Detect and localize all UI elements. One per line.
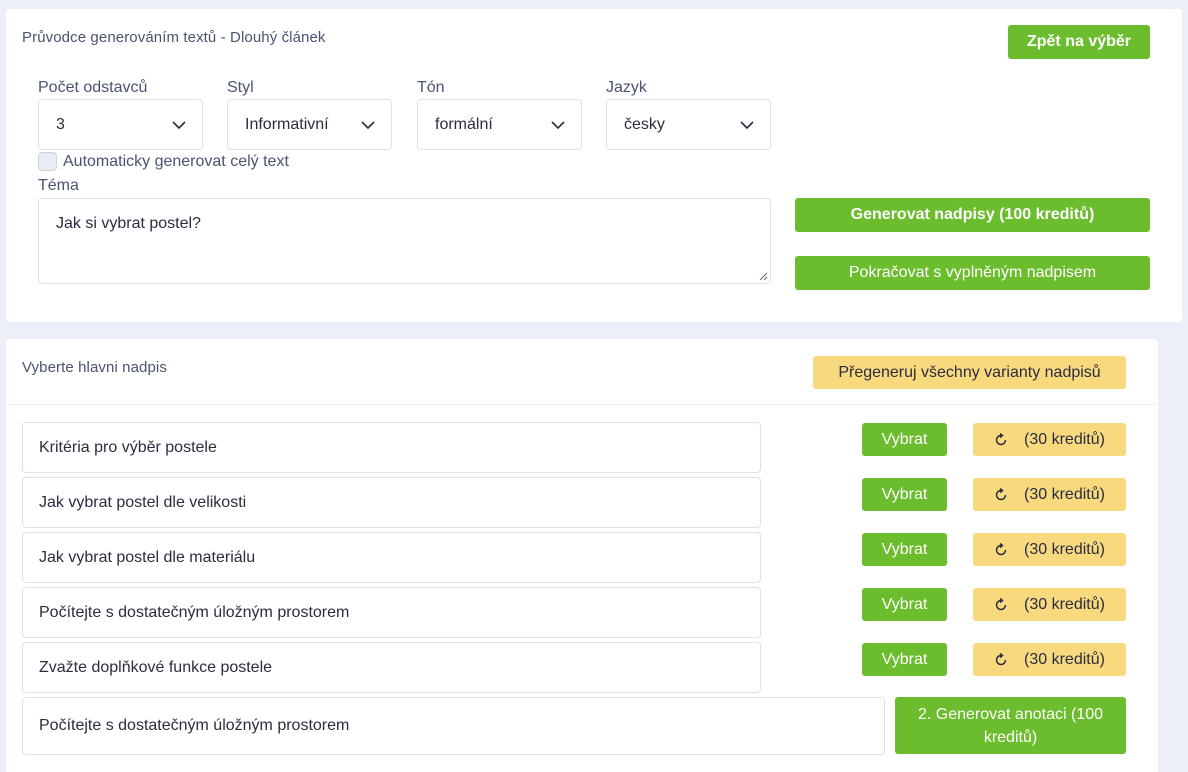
selected-heading-value: Počítejte s dostatečným úložným prostore… — [39, 717, 350, 734]
refresh-icon — [995, 487, 1007, 500]
back-to-selection-button[interactable]: Zpět na výběr — [1008, 25, 1150, 59]
heading-option-row: Jak vybrat postel dle materiálu — [22, 532, 761, 583]
regenerate-cost-label: (30 kreditů) — [1024, 595, 1105, 613]
style-select[interactable]: Informativní — [227, 99, 392, 150]
refresh-icon — [995, 432, 1007, 445]
select-heading-button[interactable]: Vybrat — [862, 478, 947, 511]
paragraph-count-label: Počet odstavců — [38, 79, 148, 96]
regenerate-heading-button[interactable]: (30 kreditů) — [973, 423, 1126, 456]
heading-option-row: Jak vybrat postel dle velikosti — [22, 477, 761, 528]
select-heading-button[interactable]: Vybrat — [862, 533, 947, 566]
regenerate-heading-button[interactable]: (30 kreditů) — [973, 533, 1126, 566]
topic-textarea[interactable]: Jak si vybrat postel? — [38, 198, 771, 284]
heading-option-text: Zvažte doplňkové funkce postele — [39, 658, 273, 676]
refresh-icon — [995, 652, 1007, 665]
select-heading-button[interactable]: Vybrat — [862, 423, 947, 456]
paragraph-count-value: 3 — [56, 115, 65, 133]
divider — [6, 404, 1158, 405]
tone-select[interactable]: formální — [417, 99, 582, 150]
select-heading-button[interactable]: Vybrat — [862, 643, 947, 676]
heading-option-row: Kritéria pro výběr postele — [22, 422, 761, 473]
regenerate-cost-label: (30 kreditů) — [1024, 485, 1105, 503]
tone-value: formální — [435, 115, 493, 133]
chevron-down-icon — [172, 121, 186, 130]
language-select[interactable]: česky — [606, 99, 771, 150]
topic-label: Téma — [38, 177, 79, 194]
language-value: česky — [624, 115, 665, 133]
regenerate-heading-button[interactable]: (30 kreditů) — [973, 588, 1126, 621]
language-label: Jazyk — [606, 79, 647, 96]
heading-option-text: Jak vybrat postel dle velikosti — [39, 493, 247, 511]
heading-option-row: Počítejte s dostatečným úložným prostore… — [22, 587, 761, 638]
select-heading-button[interactable]: Vybrat — [862, 588, 947, 621]
heading-option-text: Kritéria pro výběr postele — [39, 438, 217, 456]
chevron-down-icon — [551, 121, 565, 130]
selected-heading-input[interactable]: Počítejte s dostatečným úložným prostore… — [22, 697, 885, 755]
paragraph-count-select[interactable]: 3 — [38, 99, 203, 150]
heading-option-text: Počítejte s dostatečným úložným prostore… — [39, 603, 350, 621]
chevron-down-icon — [740, 121, 754, 130]
regenerate-all-headings-button[interactable]: Přegeneruj všechny varianty nadpisů — [813, 356, 1126, 389]
style-label: Styl — [227, 79, 254, 96]
generate-annotation-button[interactable]: 2. Generovat anotaci (100 kreditů) — [895, 697, 1126, 754]
generate-headings-button[interactable]: Generovat nadpisy (100 kreditů) — [795, 198, 1150, 232]
auto-generate-label: Automaticky generovat celý text — [63, 153, 289, 170]
regenerate-heading-button[interactable]: (30 kreditů) — [973, 478, 1126, 511]
refresh-icon — [995, 597, 1007, 610]
refresh-icon — [995, 542, 1007, 555]
style-value: Informativní — [245, 115, 329, 133]
wizard-card: Průvodce generováním textů - Dlouhý člán… — [6, 9, 1182, 322]
regenerate-cost-label: (30 kreditů) — [1024, 540, 1105, 558]
regenerate-cost-label: (30 kreditů) — [1024, 650, 1105, 668]
headings-card: Vyberte hlavni nadpis Přegeneruj všechny… — [6, 339, 1158, 772]
chevron-down-icon — [361, 121, 375, 130]
topic-value: Jak si vybrat postel? — [56, 215, 201, 232]
heading-option-text: Jak vybrat postel dle materiálu — [39, 548, 256, 566]
resize-grip-icon[interactable] — [758, 271, 768, 281]
auto-generate-checkbox[interactable] — [38, 152, 57, 171]
continue-with-heading-button[interactable]: Pokračovat s vyplněným nadpisem — [795, 256, 1150, 290]
regenerate-heading-button[interactable]: (30 kreditů) — [973, 643, 1126, 676]
heading-option-row: Zvažte doplňkové funkce postele — [22, 642, 761, 693]
tone-label: Tón — [417, 79, 445, 96]
regenerate-cost-label: (30 kreditů) — [1024, 430, 1105, 448]
wizard-title: Průvodce generováním textů - Dlouhý člán… — [22, 29, 326, 46]
headings-title: Vyberte hlavni nadpis — [22, 359, 167, 376]
